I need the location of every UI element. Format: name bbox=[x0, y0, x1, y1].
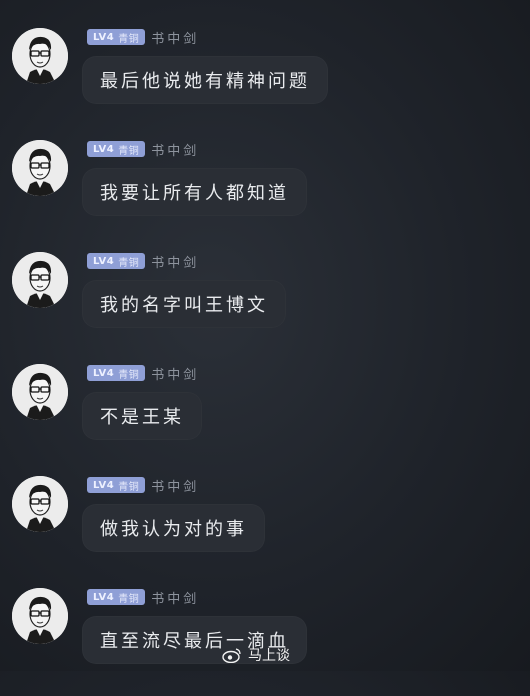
rank-text: 青铜 bbox=[118, 257, 140, 269]
message-meta: LV4 青铜 书中剑 bbox=[87, 140, 199, 159]
rank-text: 青铜 bbox=[118, 481, 140, 493]
avatar[interactable] bbox=[12, 140, 68, 196]
portrait-drawing bbox=[12, 252, 68, 308]
avatar[interactable] bbox=[12, 252, 68, 308]
level-text: LV4 bbox=[93, 479, 115, 491]
message-bubble[interactable]: 做我认为对的事 bbox=[82, 504, 265, 552]
rank-text: 青铜 bbox=[118, 593, 140, 605]
sender-name[interactable]: 书中剑 bbox=[151, 28, 199, 47]
message-row: LV4 青铜 书中剑 直至流尽最后一滴血 bbox=[0, 584, 530, 696]
weibo-icon bbox=[222, 648, 241, 663]
level-text: LV4 bbox=[93, 143, 115, 155]
message-row: LV4 青铜 书中剑 我的名字叫王博文 bbox=[0, 248, 530, 360]
avatar[interactable] bbox=[12, 28, 68, 84]
rank-text: 青铜 bbox=[118, 369, 140, 381]
avatar[interactable] bbox=[12, 364, 68, 420]
message-text: 我的名字叫王博文 bbox=[100, 295, 268, 316]
sender-name[interactable]: 书中剑 bbox=[151, 476, 199, 495]
sender-name[interactable]: 书中剑 bbox=[151, 140, 199, 159]
sender-name[interactable]: 书中剑 bbox=[151, 252, 199, 271]
message-meta: LV4 青铜 书中剑 bbox=[87, 252, 199, 271]
message-text: 最后他说她有精神问题 bbox=[100, 71, 310, 92]
sender-name[interactable]: 书中剑 bbox=[151, 364, 199, 383]
message-text: 不是王某 bbox=[100, 407, 184, 428]
level-text: LV4 bbox=[93, 31, 115, 43]
rank-text: 青铜 bbox=[118, 145, 140, 157]
message-bubble[interactable]: 最后他说她有精神问题 bbox=[82, 56, 328, 104]
message-bubble[interactable]: 我的名字叫王博文 bbox=[82, 280, 286, 328]
message-text: 做我认为对的事 bbox=[100, 519, 247, 540]
portrait-drawing bbox=[12, 140, 68, 196]
message-meta: LV4 青铜 书中剑 bbox=[87, 28, 199, 47]
level-badge: LV4 青铜 bbox=[87, 589, 146, 605]
message-row: LV4 青铜 书中剑 我要让所有人都知道 bbox=[0, 136, 530, 248]
message-bubble[interactable]: 我要让所有人都知道 bbox=[82, 168, 307, 216]
message-meta: LV4 青铜 书中剑 bbox=[87, 588, 199, 607]
message-meta: LV4 青铜 书中剑 bbox=[87, 476, 199, 495]
watermark-text: 马上谈 bbox=[248, 647, 290, 663]
rank-text: 青铜 bbox=[118, 33, 140, 45]
message-text: 我要让所有人都知道 bbox=[100, 183, 289, 204]
level-text: LV4 bbox=[93, 367, 115, 379]
level-badge: LV4 青铜 bbox=[87, 253, 146, 269]
message-row: LV4 青铜 书中剑 最后他说她有精神问题 bbox=[0, 24, 530, 136]
level-badge: LV4 青铜 bbox=[87, 477, 146, 493]
message-row: LV4 青铜 书中剑 不是王某 bbox=[0, 360, 530, 472]
level-badge: LV4 青铜 bbox=[87, 141, 146, 157]
portrait-drawing bbox=[12, 28, 68, 84]
level-badge: LV4 青铜 bbox=[87, 29, 146, 45]
portrait-drawing bbox=[12, 476, 68, 532]
avatar[interactable] bbox=[12, 476, 68, 532]
level-text: LV4 bbox=[93, 255, 115, 267]
message-row: LV4 青铜 书中剑 做我认为对的事 bbox=[0, 472, 530, 584]
level-text: LV4 bbox=[93, 591, 115, 603]
message-meta: LV4 青铜 书中剑 bbox=[87, 364, 199, 383]
level-badge: LV4 青铜 bbox=[87, 365, 146, 381]
avatar[interactable] bbox=[12, 588, 68, 644]
message-bubble[interactable]: 不是王某 bbox=[82, 392, 202, 440]
portrait-drawing bbox=[12, 364, 68, 420]
portrait-drawing bbox=[12, 588, 68, 644]
watermark: 马上谈 bbox=[222, 645, 290, 665]
sender-name[interactable]: 书中剑 bbox=[151, 588, 199, 607]
